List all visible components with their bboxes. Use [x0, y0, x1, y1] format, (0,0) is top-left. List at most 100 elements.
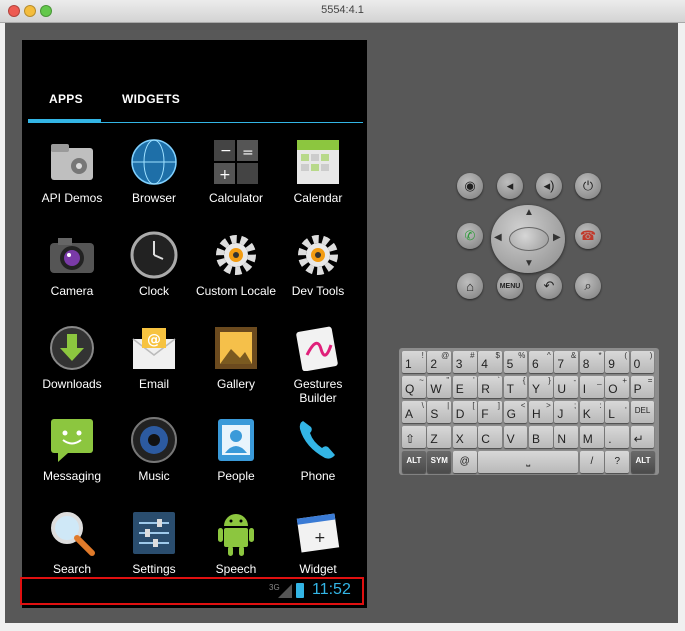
app-music[interactable]: Music: [113, 415, 195, 483]
key-row4-0[interactable]: ⇧: [402, 426, 426, 448]
key-row1-5[interactable]: 6 ^: [529, 351, 553, 373]
key-row2-5[interactable]: Y}: [529, 376, 553, 398]
app-phone[interactable]: Phone: [277, 415, 359, 483]
volume-down-button[interactable]: ◂: [497, 173, 523, 199]
key-row4-4[interactable]: V: [503, 426, 528, 448]
app-gallery[interactable]: Gallery: [195, 323, 277, 391]
key-row4-1[interactable]: Z: [427, 426, 452, 448]
key-row3-2[interactable]: D[: [452, 401, 477, 423]
key-at[interactable]: @: [452, 451, 477, 473]
app-gestures-builder[interactable]: Gestures Builder: [277, 323, 359, 405]
app-label: Gallery: [216, 377, 255, 391]
key-row2-3[interactable]: R `: [478, 376, 502, 398]
call-button[interactable]: ✆: [457, 223, 483, 249]
dpad-center-button[interactable]: [509, 227, 549, 251]
key-row2-1[interactable]: W ": [427, 376, 452, 398]
key-row2-8[interactable]: O +: [605, 376, 629, 398]
app-calendar[interactable]: Calendar: [277, 137, 359, 205]
key-row2-6[interactable]: U-: [554, 376, 579, 398]
key-label: V: [506, 432, 515, 446]
tab-apps[interactable]: APPS: [49, 92, 83, 106]
volume-up-icon: ◂): [543, 178, 555, 193]
key-row3-3[interactable]: F]: [478, 401, 502, 423]
key-row2-2[interactable]: E ': [452, 376, 477, 398]
key-row3-5[interactable]: H >: [529, 401, 553, 423]
key-row4-8[interactable]: .: [605, 426, 629, 448]
key-label: /: [590, 456, 594, 467]
tab-widgets[interactable]: WIDGETS: [122, 92, 180, 106]
app-people[interactable]: People: [195, 415, 277, 483]
key-row1-0[interactable]: 1!: [402, 351, 426, 373]
key-row3-6[interactable]: J;: [554, 401, 579, 423]
menu-button[interactable]: MENU: [497, 273, 523, 299]
phone-icon: [293, 415, 343, 465]
key-alt[interactable]: ALT: [402, 451, 426, 473]
key-row4-3[interactable]: C: [478, 426, 502, 448]
search-button[interactable]: ⌕: [575, 273, 601, 299]
svg-text:−: −: [220, 143, 232, 159]
dpad-right-icon[interactable]: ▶: [553, 232, 561, 243]
key-row3-1[interactable]: S |: [427, 401, 452, 423]
key-row1-4[interactable]: 5%: [503, 351, 528, 373]
key-row3-8[interactable]: L,: [605, 401, 629, 423]
key-row2-4[interactable]: T{: [503, 376, 528, 398]
volume-up-button[interactable]: ◂): [536, 173, 562, 199]
key-question[interactable]: ?: [605, 451, 630, 473]
app-speech[interactable]: Speech: [195, 508, 277, 576]
tab-divider: [28, 122, 363, 123]
app-downloads[interactable]: Downloads: [31, 323, 113, 391]
key-row2-7[interactable]: I _: [579, 376, 604, 398]
key-row3-9[interactable]: DEL: [630, 401, 655, 423]
gear-icon: [211, 230, 261, 280]
dpad-up-icon[interactable]: ▲: [524, 207, 534, 218]
key-row1-9[interactable]: 0): [630, 351, 655, 373]
key-row4-2[interactable]: X: [452, 426, 477, 448]
app-custom-locale[interactable]: Custom Locale: [195, 230, 277, 298]
home-button[interactable]: ⌂: [457, 273, 483, 299]
camera-button[interactable]: ◉: [457, 173, 483, 199]
dpad-down-icon[interactable]: ▼: [524, 258, 534, 269]
message-icon: [47, 415, 97, 465]
key-row2-0[interactable]: Q ~: [402, 376, 426, 398]
key-row4-6[interactable]: N: [554, 426, 579, 448]
key-row1-2[interactable]: 3 #: [452, 351, 477, 373]
app-email[interactable]: @ Email: [113, 323, 195, 391]
key-secondary-label: >: [546, 401, 551, 410]
key-row4-9[interactable]: ↵: [630, 426, 655, 448]
key-secondary-label: \: [421, 401, 424, 410]
app-camera[interactable]: Camera: [31, 230, 113, 298]
power-button[interactable]: ⏻: [575, 173, 601, 199]
key-row1-1[interactable]: 2 @: [427, 351, 452, 373]
key-row3-7[interactable]: K:: [579, 401, 604, 423]
key-alt2[interactable]: ALT: [631, 451, 655, 473]
key-slash[interactable]: /: [580, 451, 604, 473]
key-space[interactable]: ⎵: [478, 451, 579, 473]
app-dev-tools[interactable]: Dev Tools: [277, 230, 359, 298]
app-messaging[interactable]: Messaging: [31, 415, 113, 483]
app-search[interactable]: Search: [31, 508, 113, 576]
key-label: 4: [481, 357, 488, 371]
key-label: X: [455, 432, 464, 446]
key-row3-0[interactable]: A \: [402, 401, 426, 423]
app-api-demos[interactable]: API Demos: [31, 137, 113, 205]
end-call-button[interactable]: ☎: [575, 223, 601, 249]
key-row2-9[interactable]: P =: [630, 376, 655, 398]
key-sym[interactable]: SYM: [427, 451, 452, 473]
key-label: K: [582, 407, 591, 421]
key-row3-4[interactable]: G <: [503, 401, 528, 423]
dpad-left-icon[interactable]: ◀: [494, 232, 502, 243]
window-title: 5554:4.1: [321, 4, 364, 16]
key-row4-7[interactable]: M: [579, 426, 604, 448]
app-settings[interactable]: Settings: [113, 508, 195, 576]
app-calculator[interactable]: − = + Calculator: [195, 137, 277, 205]
app-clock[interactable]: Clock: [113, 230, 195, 298]
back-button[interactable]: ↶: [536, 273, 562, 299]
app-browser[interactable]: Browser: [113, 137, 195, 205]
key-row1-3[interactable]: 4 $: [478, 351, 502, 373]
key-row1-6[interactable]: 7 &: [554, 351, 579, 373]
key-row1-7[interactable]: 8 *: [579, 351, 604, 373]
key-label: 3: [455, 357, 463, 371]
key-row1-8[interactable]: 9(: [605, 351, 629, 373]
key-row4-5[interactable]: B: [529, 426, 553, 448]
app-widget[interactable]: + Widget: [277, 508, 359, 576]
